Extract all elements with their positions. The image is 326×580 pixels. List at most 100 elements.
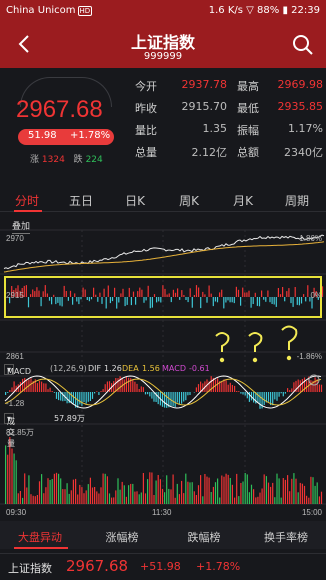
flow-bar: [258, 297, 261, 307]
flow-bar: [30, 294, 32, 297]
macd-bar: [225, 380, 227, 392]
flow-bar: [78, 297, 80, 305]
status-right: 1.6 K/s ▽ 88% ▮ 22:39: [209, 5, 320, 16]
tab-top-losers[interactable]: 跌幅榜: [164, 529, 244, 545]
stats-row: 今开 2937.78 最高 2969.98: [135, 78, 323, 93]
volume-bar: [138, 494, 140, 504]
macd-axis-right: -1.86%: [296, 352, 322, 361]
flow-bar: [256, 297, 258, 306]
macd-bar: [13, 381, 15, 392]
tab-top-gainers[interactable]: 涨幅榜: [82, 529, 162, 545]
flow-bar: [59, 297, 61, 306]
flow-bar: [273, 297, 275, 305]
flow-bar: [168, 293, 170, 297]
macd-bar: [259, 392, 261, 409]
volume-bar: [53, 473, 55, 504]
flow-bar: [141, 289, 143, 297]
volume-bar: [195, 495, 197, 504]
macd-bar: [36, 383, 38, 392]
dea-value: 1.56: [142, 364, 160, 373]
tab-turnover[interactable]: 换手率榜: [246, 529, 326, 545]
flow-bar: [93, 287, 95, 297]
macd-bar: [238, 391, 240, 392]
macd-bar: [115, 378, 117, 392]
macd-bar: [189, 392, 191, 395]
volume-bar: [287, 475, 289, 504]
tab-five-day[interactable]: 五日: [54, 192, 108, 209]
flow-bar: [135, 297, 137, 305]
macd-bar: [104, 384, 106, 392]
volume-bar: [261, 488, 263, 504]
volume-bar: [255, 497, 257, 504]
flow-bar: [235, 286, 237, 297]
flow-bar: [88, 297, 90, 302]
volume-bar: [168, 488, 170, 504]
volume-bar: [181, 480, 183, 504]
volume-bar: [208, 477, 210, 504]
macd-selector[interactable]: MACD ▾: [4, 364, 31, 376]
time-start: 09:30: [6, 508, 27, 517]
volume-bar: [45, 487, 47, 504]
flow-bar: [164, 288, 166, 297]
flow-bar: [132, 291, 135, 297]
volume-bar: [312, 477, 314, 504]
flow-bar: [120, 293, 122, 297]
macd-bar: [176, 392, 178, 403]
volume-selector[interactable]: 成交量 ▾: [4, 413, 15, 448]
flow-bar: [292, 297, 294, 307]
tab-intraday[interactable]: 分时: [0, 192, 54, 209]
flow-bar: [244, 292, 246, 297]
macd-bar: [55, 392, 58, 399]
flow-bar: [67, 297, 69, 301]
volume-bar: [102, 473, 104, 504]
volume-bar: [231, 484, 233, 504]
volume-bar: [164, 492, 166, 504]
volume-bar: [191, 482, 193, 504]
volume-bar: [24, 473, 26, 504]
macd-bar: [236, 391, 238, 392]
ranking-tabs: 大盘异动 涨幅榜 跌幅榜 换手率榜: [0, 521, 326, 549]
macd-bar: [287, 388, 289, 392]
macd-bar: [202, 383, 204, 392]
volume-bar: [219, 497, 221, 504]
flow-bar: [233, 297, 235, 304]
macd-bar: [38, 381, 41, 392]
volume-bar: [134, 491, 136, 504]
macd-bar: [178, 392, 180, 405]
macd-bar: [197, 384, 200, 392]
flow-bar: [116, 297, 118, 309]
macd-neg-label: -1.28: [6, 399, 25, 408]
flow-bar: [118, 297, 120, 303]
macd-bar: [217, 378, 219, 392]
volume-bar: [142, 473, 144, 504]
tab-daily-k[interactable]: 日K: [108, 192, 162, 209]
chart-area: 叠加 2970 1.86% 2915 0% 2861 -1.86% MACD ▾…: [0, 212, 326, 522]
macd-bar: [147, 392, 149, 395]
tab-monthly-k[interactable]: 月K: [216, 192, 270, 209]
tab-period-menu[interactable]: 周期: [270, 192, 324, 209]
volume-bar: [202, 496, 204, 504]
flow-bar: [290, 297, 292, 304]
volume-bar: [289, 491, 291, 504]
flow-bar: [40, 297, 42, 307]
volume-bar: [282, 478, 284, 504]
flow-bar: [294, 287, 296, 297]
volume-legend: 成交量 ▾ 57.89万: [0, 411, 326, 448]
tab-weekly-k[interactable]: 周K: [162, 192, 216, 209]
macd-bar: [187, 392, 189, 396]
flow-bar: [221, 289, 223, 297]
volume-bar: [253, 489, 255, 504]
search-icon[interactable]: [292, 34, 314, 56]
flow-bar: [42, 291, 44, 297]
index-code: 999999: [143, 51, 183, 62]
volume-bar: [170, 489, 172, 504]
volume-bar: [62, 489, 64, 504]
flow-bar: [242, 287, 244, 297]
volume-bar: [117, 478, 119, 504]
macd-bar: [26, 380, 28, 392]
macd-bar: [53, 392, 55, 393]
macd-params: (12,26,9): [50, 364, 87, 373]
bottom-ticker[interactable]: 上证指数 2967.68 +51.98 +1.78%: [0, 553, 326, 580]
volume-bar: [276, 473, 278, 504]
tab-market-moves[interactable]: 大盘异动: [0, 529, 80, 545]
